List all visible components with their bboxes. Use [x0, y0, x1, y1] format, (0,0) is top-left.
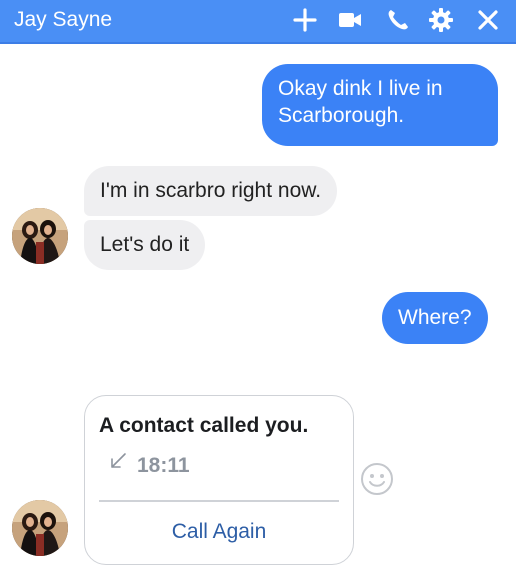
call-time: 18:11 — [137, 454, 190, 477]
message-incoming[interactable]: Let's do it — [84, 220, 206, 270]
message-outgoing[interactable]: Okay dink I live in Scarborough. — [262, 64, 498, 146]
message-line: Scarborough. — [278, 104, 405, 127]
message-incoming[interactable]: I'm in scarbro right now. — [84, 166, 338, 216]
message-text: I'm in scarbro right now. — [100, 179, 322, 202]
message-outgoing[interactable]: Where? — [382, 292, 488, 344]
video-camera-icon[interactable] — [336, 6, 364, 34]
contact-name[interactable]: Jay Sayne — [14, 8, 112, 32]
message-text: Let's do it — [100, 233, 190, 256]
phone-icon[interactable] — [384, 6, 412, 34]
message-text: Where? — [398, 306, 472, 329]
message-line: Okay dink I live in — [278, 77, 443, 100]
call-card-title: A contact called you. — [99, 414, 309, 437]
call-again-button[interactable]: Call Again — [85, 520, 353, 544]
divider — [99, 500, 339, 502]
plus-icon[interactable] — [291, 6, 319, 34]
close-icon[interactable] — [474, 6, 502, 34]
chat-header: Jay Sayne — [0, 0, 516, 44]
emoji-reaction-icon[interactable] — [360, 462, 394, 496]
avatar[interactable] — [12, 208, 68, 264]
incoming-call-arrow-icon — [111, 453, 126, 468]
gear-icon[interactable] — [427, 6, 455, 34]
call-card: A contact called you. 18:11 Call Again — [84, 395, 354, 565]
